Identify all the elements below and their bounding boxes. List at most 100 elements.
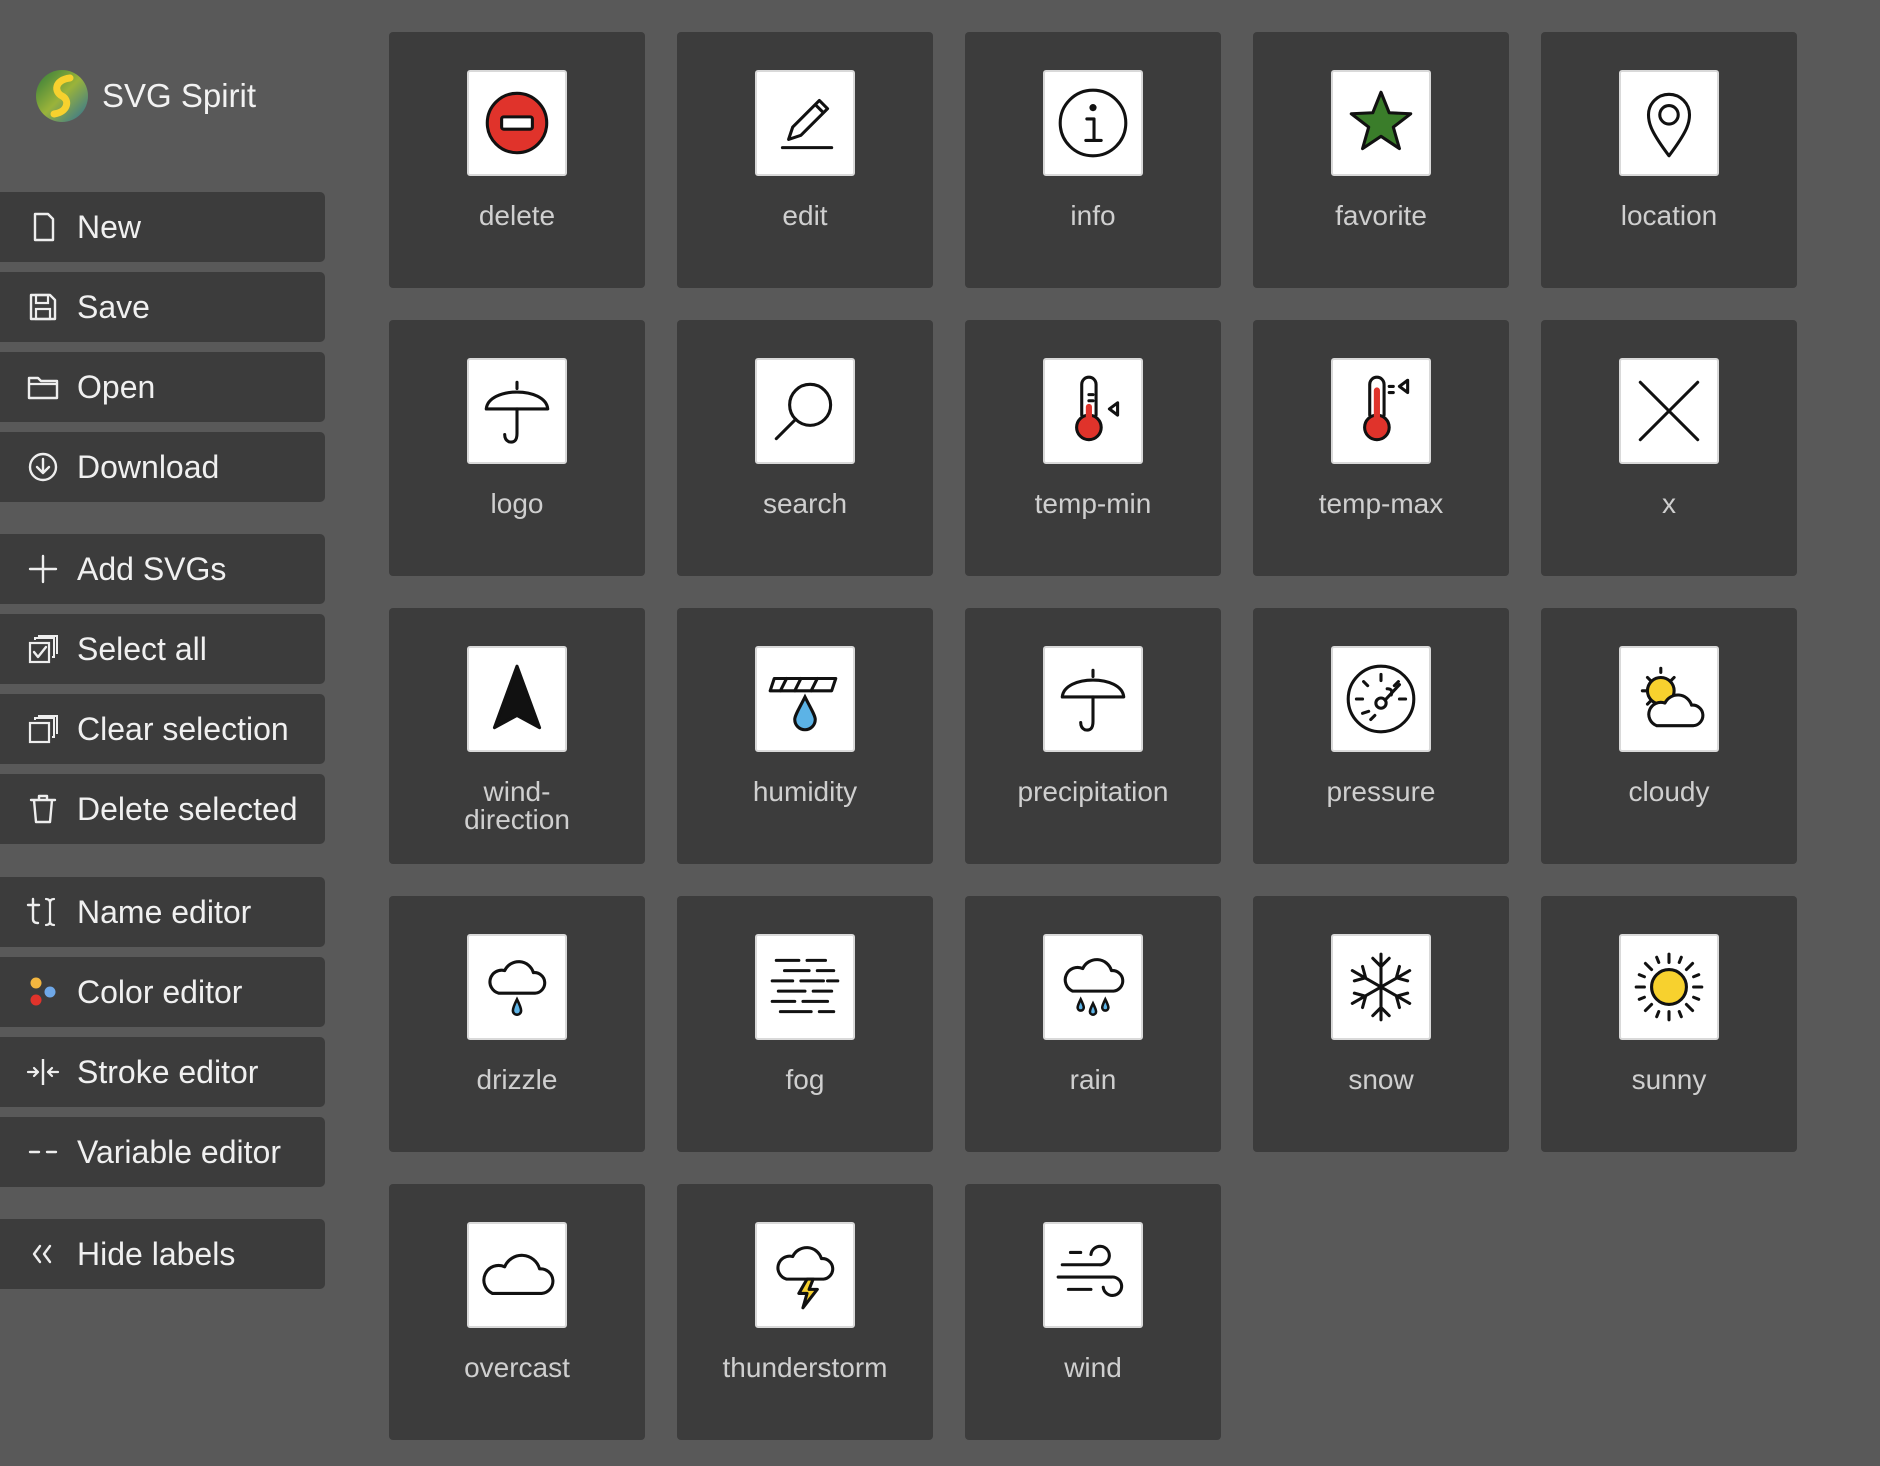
icon-card[interactable]: precipitation: [965, 608, 1221, 864]
icon-card-label: location: [1620, 200, 1718, 231]
select-all-icon: [25, 631, 61, 667]
search-icon: [755, 358, 855, 464]
clear-selection-icon: [25, 711, 61, 747]
name-editor-button[interactable]: Name editor: [0, 877, 325, 947]
download-icon: [25, 449, 61, 485]
temp-min-icon: [1043, 358, 1143, 464]
stroke-editor-label: Stroke editor: [77, 1053, 259, 1090]
cloudy-icon: [1619, 646, 1719, 752]
edit-icon: [755, 70, 855, 176]
select-all-label: Select all: [77, 630, 207, 667]
delete-icon: [467, 70, 567, 176]
wind-direction-icon: [467, 646, 567, 752]
variable-editor-label: Variable editor: [77, 1133, 281, 1170]
icon-card[interactable]: wind- direction: [389, 608, 645, 864]
download-button[interactable]: Download: [0, 432, 325, 502]
icon-card-label: delete: [478, 200, 556, 231]
fog-icon: [755, 934, 855, 1040]
icon-card-label: snow: [1348, 1064, 1414, 1095]
icon-card[interactable]: sunny: [1541, 896, 1797, 1152]
variable-editor-button[interactable]: Variable editor: [0, 1117, 325, 1187]
precipitation-icon: [1043, 646, 1143, 752]
brand: SVG Spirit: [34, 66, 256, 126]
icon-card[interactable]: wind: [965, 1184, 1221, 1440]
icon-card-label: rain: [1069, 1064, 1117, 1095]
overcast-icon: [467, 1222, 567, 1328]
icon-card[interactable]: overcast: [389, 1184, 645, 1440]
trash-icon: [25, 791, 61, 827]
text-cursor-icon: [25, 894, 61, 930]
download-label: Download: [77, 448, 220, 485]
humidity-icon: [755, 646, 855, 752]
icon-card[interactable]: edit: [677, 32, 933, 288]
icon-card-label: wind: [1064, 1352, 1122, 1383]
icon-card[interactable]: delete: [389, 32, 645, 288]
hide-labels-button[interactable]: Hide labels: [0, 1219, 325, 1289]
icon-card[interactable]: pressure: [1253, 608, 1509, 864]
save-button[interactable]: Save: [0, 272, 325, 342]
delete-selected-label: Delete selected: [77, 790, 298, 827]
open-button[interactable]: Open: [0, 352, 325, 422]
umbrella-icon: [467, 358, 567, 464]
icon-card[interactable]: rain: [965, 896, 1221, 1152]
delete-selected-button[interactable]: Delete selected: [0, 774, 325, 844]
icon-card[interactable]: temp-min: [965, 320, 1221, 576]
icon-card[interactable]: fog: [677, 896, 933, 1152]
icon-card-label: temp-min: [1034, 488, 1152, 519]
folder-icon: [25, 369, 61, 405]
spirit-logo-icon: [36, 70, 88, 122]
plus-icon: [25, 551, 61, 587]
icon-card-label: x: [1662, 488, 1676, 519]
icon-card-label: temp-max: [1318, 488, 1444, 519]
drizzle-icon: [467, 934, 567, 1040]
icon-card[interactable]: info: [965, 32, 1221, 288]
icon-card-label: pressure: [1326, 776, 1436, 807]
add-svgs-button[interactable]: Add SVGs: [0, 534, 325, 604]
stroke-width-icon: [25, 1054, 61, 1090]
color-dots-icon: [25, 974, 61, 1010]
open-label: Open: [77, 368, 156, 405]
new-button[interactable]: New: [0, 192, 325, 262]
clear-selection-label: Clear selection: [77, 710, 289, 747]
add-svgs-label: Add SVGs: [77, 550, 227, 587]
icon-card[interactable]: humidity: [677, 608, 933, 864]
icon-card[interactable]: snow: [1253, 896, 1509, 1152]
x-icon: [1619, 358, 1719, 464]
icon-card-label: cloudy: [1628, 776, 1710, 807]
icon-card-label: precipitation: [1017, 776, 1169, 807]
select-all-button[interactable]: Select all: [0, 614, 325, 684]
icon-card[interactable]: search: [677, 320, 933, 576]
stroke-editor-button[interactable]: Stroke editor: [0, 1037, 325, 1107]
icon-card[interactable]: thunderstorm: [677, 1184, 933, 1440]
icon-card[interactable]: cloudy: [1541, 608, 1797, 864]
hide-labels-label: Hide labels: [77, 1235, 236, 1272]
new-label: New: [77, 208, 142, 245]
icon-card-label: overcast: [464, 1352, 570, 1383]
sidebar: SVG Spirit New Save Open Download Add SVGs Se…: [0, 0, 325, 1466]
icon-card[interactable]: logo: [389, 320, 645, 576]
favorite-icon: [1331, 70, 1431, 176]
icon-card-label: info: [1070, 200, 1116, 231]
icon-card-label: logo: [490, 488, 544, 519]
icon-card[interactable]: favorite: [1253, 32, 1509, 288]
wind-icon: [1043, 1222, 1143, 1328]
clear-selection-button[interactable]: Clear selection: [0, 694, 325, 764]
icon-card-label: search: [762, 488, 848, 519]
new-file-icon: [25, 209, 61, 245]
info-icon: [1043, 70, 1143, 176]
icon-card[interactable]: x: [1541, 320, 1797, 576]
icon-card[interactable]: location: [1541, 32, 1797, 288]
brand-name: SVG Spirit: [102, 77, 257, 114]
save-icon: [25, 289, 61, 325]
icon-card-label: drizzle: [476, 1064, 558, 1095]
pressure-icon: [1331, 646, 1431, 752]
icon-card-label: wind- direction: [464, 776, 570, 835]
icon-card-label: sunny: [1631, 1064, 1707, 1095]
dashes-icon: [25, 1134, 61, 1170]
color-editor-button[interactable]: Color editor: [0, 957, 325, 1027]
icon-card[interactable]: temp-max: [1253, 320, 1509, 576]
icon-card[interactable]: drizzle: [389, 896, 645, 1152]
save-label: Save: [77, 288, 150, 325]
rain-icon: [1043, 934, 1143, 1040]
sunny-icon: [1619, 934, 1719, 1040]
